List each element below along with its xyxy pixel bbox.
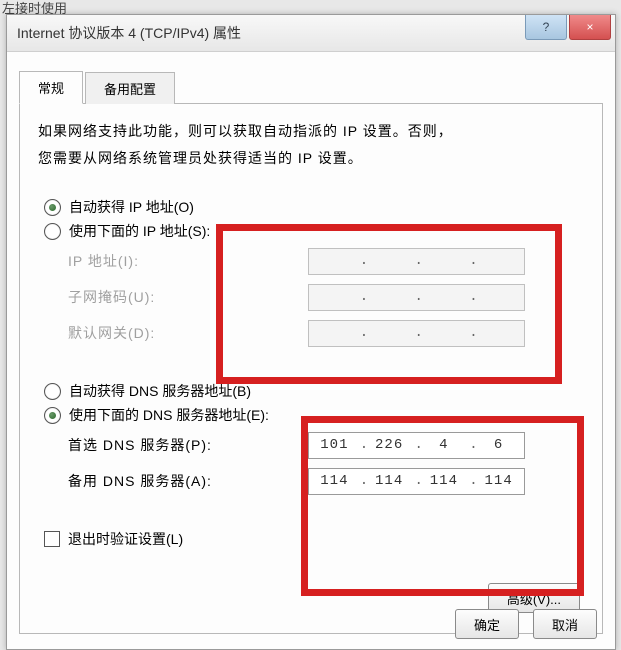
checkbox-icon: [44, 531, 60, 547]
field-default-gateway: 默认网关(D): . . .: [68, 317, 584, 349]
radio-label: 使用下面的 DNS 服务器地址(E):: [69, 405, 269, 425]
ok-button[interactable]: 确定: [455, 609, 519, 639]
titlebar: Internet 协议版本 4 (TCP/IPv4) 属性 ? ×: [7, 15, 615, 52]
tab-alternate[interactable]: 备用配置: [85, 72, 175, 104]
properties-dialog: Internet 协议版本 4 (TCP/IPv4) 属性 ? × 常规 备用配…: [6, 14, 616, 650]
desc-line2: 您需要从网络系统管理员处获得适当的 IP 设置。: [38, 150, 363, 166]
checkbox-label: 退出时验证设置(L): [68, 529, 183, 549]
preferred-dns-label: 首选 DNS 服务器(P):: [68, 435, 308, 455]
field-preferred-dns: 首选 DNS 服务器(P): 101. 226. 4. 6: [68, 429, 584, 461]
radio-label: 自动获得 IP 地址(O): [69, 197, 194, 217]
radio-label: 自动获得 DNS 服务器地址(B): [69, 381, 251, 401]
tabstrip: 常规 备用配置: [19, 70, 603, 104]
cancel-button[interactable]: 取消: [533, 609, 597, 639]
preferred-dns-input[interactable]: 101. 226. 4. 6: [308, 432, 525, 459]
help-button[interactable]: ?: [525, 15, 567, 40]
alternate-dns-label: 备用 DNS 服务器(A):: [68, 471, 308, 491]
ip-address-input: . . .: [308, 248, 525, 275]
field-subnet-mask: 子网掩码(U): . . .: [68, 281, 584, 313]
radio-icon: [44, 223, 61, 240]
tab-panel-general: 如果网络支持此功能，则可以获取自动指派的 IP 设置。否则， 您需要从网络系统管…: [19, 104, 603, 634]
radio-label: 使用下面的 IP 地址(S):: [69, 221, 210, 241]
subnet-mask-input: . . .: [308, 284, 525, 311]
window-title: Internet 协议版本 4 (TCP/IPv4) 属性: [17, 23, 241, 43]
radio-ip-auto[interactable]: 自动获得 IP 地址(O): [44, 197, 584, 217]
alternate-dns-input[interactable]: 114. 114. 114. 114: [308, 468, 525, 495]
checkbox-validate-on-exit[interactable]: 退出时验证设置(L): [44, 529, 584, 549]
radio-icon: [44, 383, 61, 400]
dialog-footer-buttons: 确定 取消: [455, 609, 597, 639]
description-text: 如果网络支持此功能，则可以获取自动指派的 IP 设置。否则， 您需要从网络系统管…: [38, 118, 584, 171]
field-ip-address: IP 地址(I): . . .: [68, 245, 584, 277]
tab-general[interactable]: 常规: [19, 71, 83, 104]
radio-dns-auto[interactable]: 自动获得 DNS 服务器地址(B): [44, 381, 584, 401]
ip-address-label: IP 地址(I):: [68, 251, 308, 271]
subnet-mask-label: 子网掩码(U):: [68, 287, 308, 307]
radio-dns-manual[interactable]: 使用下面的 DNS 服务器地址(E):: [44, 405, 584, 425]
close-button[interactable]: ×: [569, 15, 611, 40]
window-controls: ? ×: [525, 15, 611, 40]
default-gateway-input: . . .: [308, 320, 525, 347]
field-alternate-dns: 备用 DNS 服务器(A): 114. 114. 114. 114: [68, 465, 584, 497]
default-gateway-label: 默认网关(D):: [68, 323, 308, 343]
radio-icon: [44, 199, 61, 216]
radio-ip-manual[interactable]: 使用下面的 IP 地址(S):: [44, 221, 584, 241]
radio-icon: [44, 407, 61, 424]
desc-line1: 如果网络支持此功能，则可以获取自动指派的 IP 设置。否则，: [38, 123, 453, 139]
